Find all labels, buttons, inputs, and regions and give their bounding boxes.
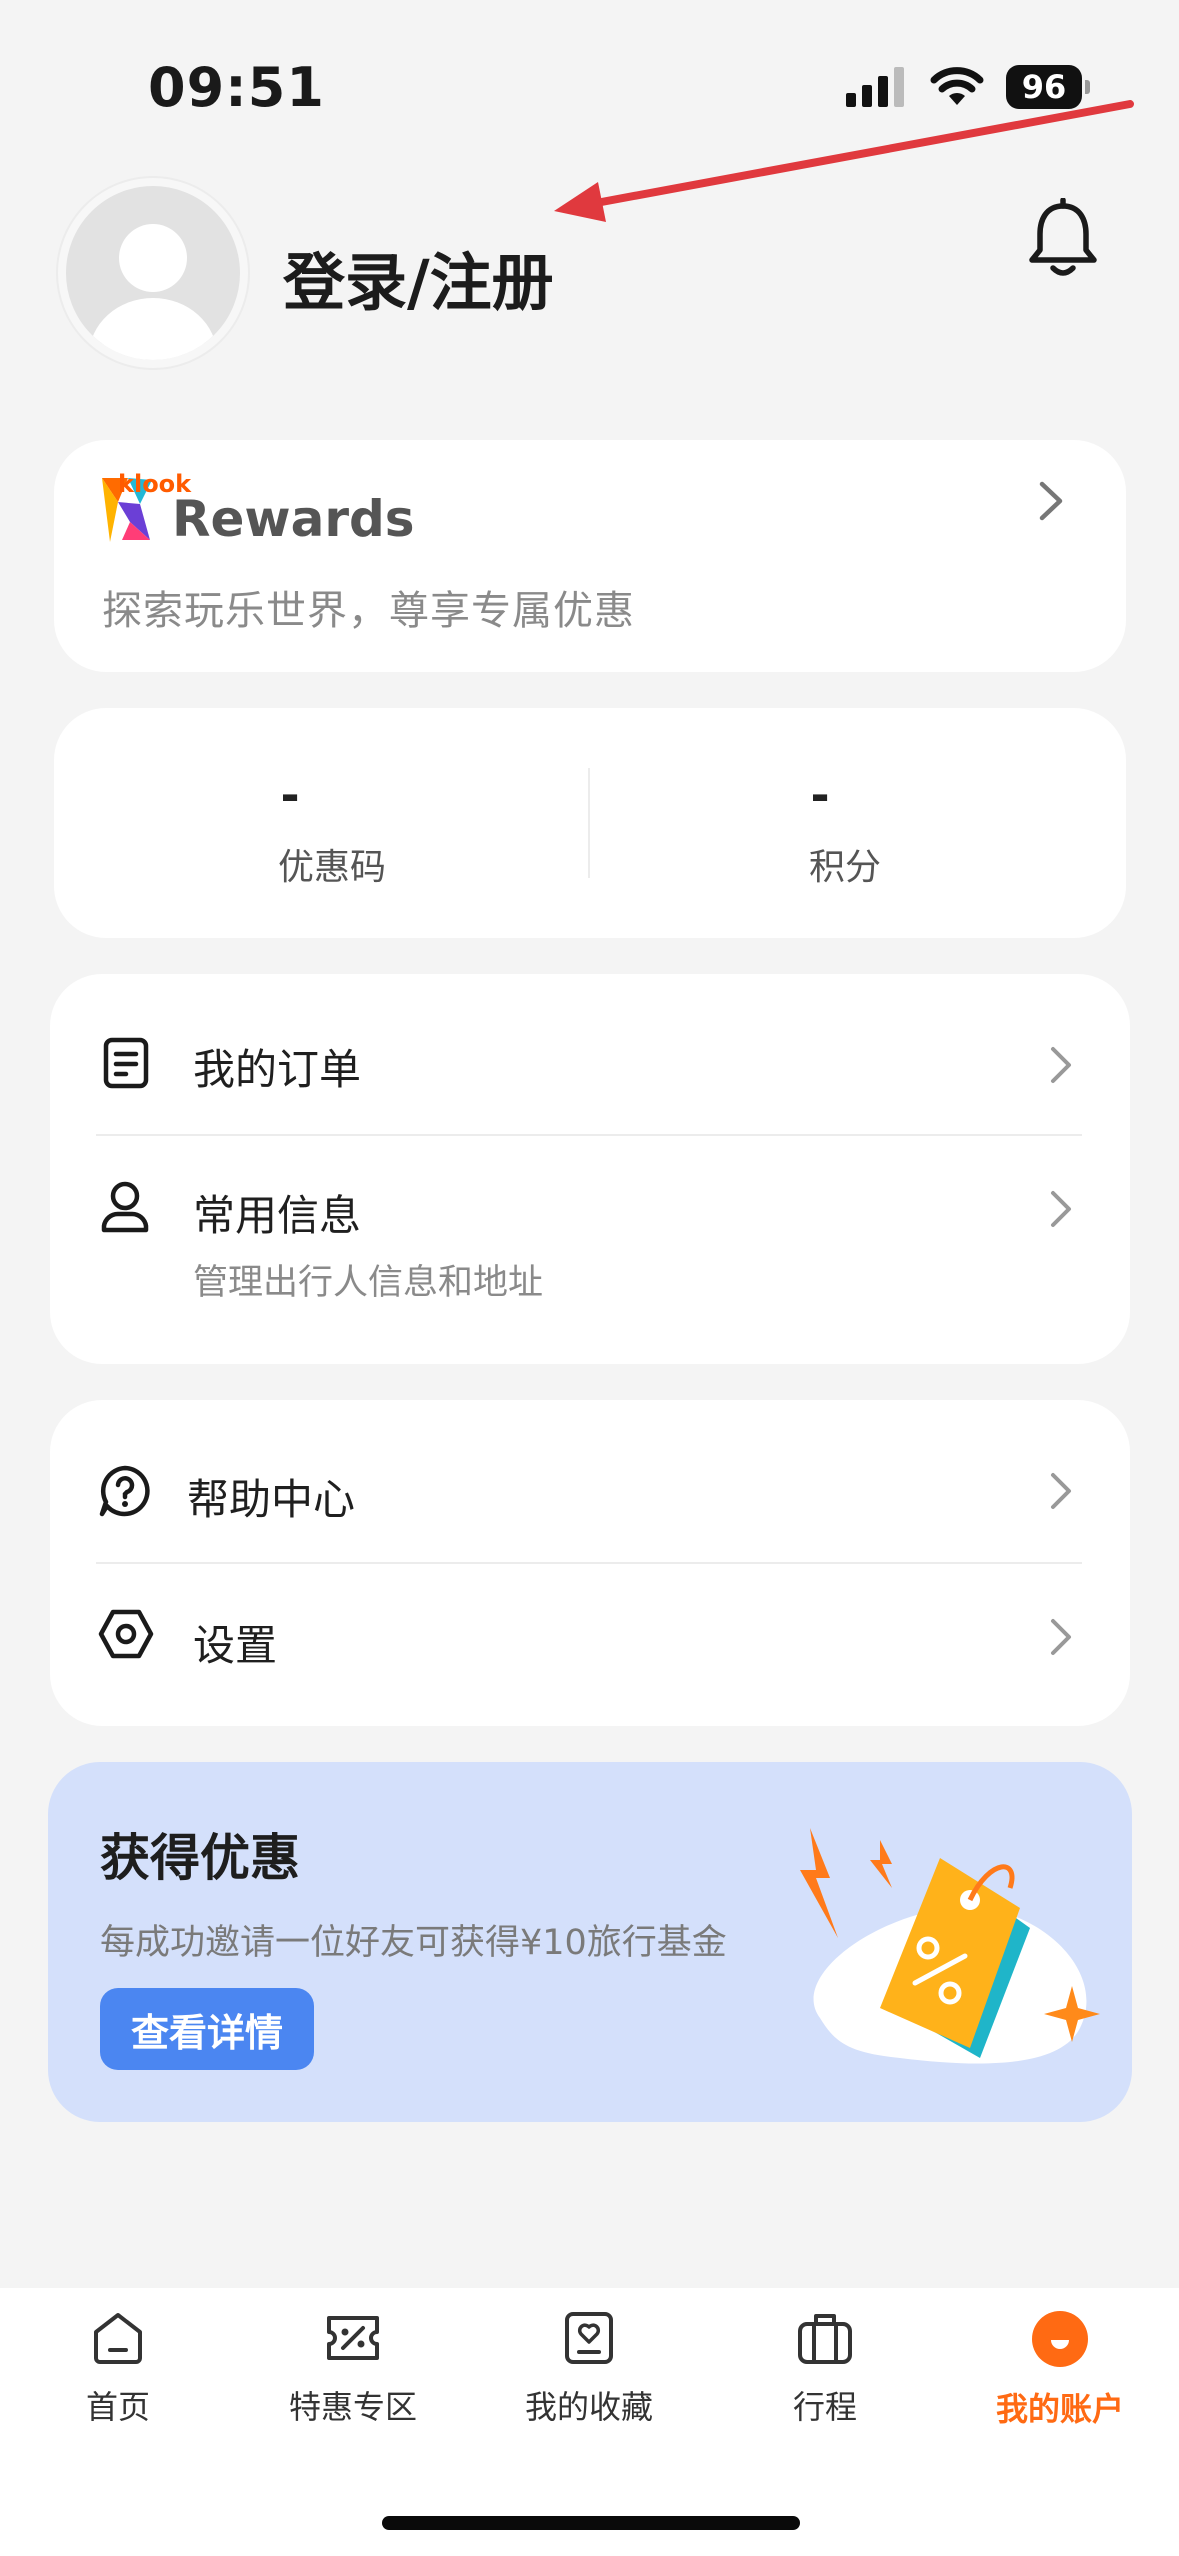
tab-label-trips: 行程 xyxy=(792,2388,857,2426)
chevron-right-icon xyxy=(1051,1619,1071,1655)
menu-label-common-info: 常用信息 xyxy=(193,1191,362,1240)
promo-description: 每成功邀请一位好友可获得¥10旅行基金 xyxy=(100,1923,727,1963)
favorites-icon xyxy=(565,2312,613,2364)
default-avatar-icon xyxy=(89,224,217,360)
home-indicator xyxy=(382,2516,800,2530)
tab-account[interactable]: 我的账户 xyxy=(960,2310,1160,2430)
login-register-link[interactable]: 登录/注册 xyxy=(283,232,554,322)
points-label[interactable]: 积分 xyxy=(745,838,945,890)
menu-divider xyxy=(96,1134,1082,1136)
notification-bell-icon[interactable] xyxy=(1026,198,1100,278)
coupon-count[interactable]: - xyxy=(190,768,390,822)
person-icon xyxy=(101,1181,149,1233)
avatar[interactable] xyxy=(58,178,248,368)
tab-label-home: 首页 xyxy=(85,2388,150,2426)
trips-icon xyxy=(798,2314,852,2364)
settings-icon xyxy=(98,1609,154,1659)
promo-title: 获得优惠 xyxy=(100,1829,300,1887)
tab-label-favorites: 我的收藏 xyxy=(524,2388,653,2426)
status-time: 09:51 xyxy=(148,56,325,119)
stats-card xyxy=(54,708,1126,938)
stats-divider xyxy=(588,768,590,878)
account-icon xyxy=(1032,2311,1088,2367)
rewards-subtitle: 探索玩乐世界，尊享专属优惠 xyxy=(102,588,635,634)
chevron-right-icon xyxy=(1051,1473,1071,1509)
chevron-right-icon xyxy=(1051,1191,1071,1227)
help-icon xyxy=(99,1465,150,1517)
rewards-brand-text: Rewards xyxy=(172,490,415,548)
menu-label-help-center: 帮助中心 xyxy=(187,1475,356,1524)
chevron-right-icon xyxy=(1039,481,1063,521)
coupon-label[interactable]: 优惠码 xyxy=(232,838,432,890)
view-details-button[interactable]: 查看详情 xyxy=(100,1988,314,2070)
tab-deals[interactable]: 特惠专区 xyxy=(253,2310,453,2428)
order-icon xyxy=(103,1037,149,1089)
deals-icon xyxy=(327,2316,379,2360)
menu-sub-common-info: 管理出行人信息和地址 xyxy=(193,1263,544,1303)
tab-favorites[interactable]: 我的收藏 xyxy=(489,2310,689,2428)
discount-tag-icon xyxy=(800,1828,1100,2064)
menu-label-orders: 我的订单 xyxy=(193,1045,362,1094)
tab-label-account: 我的账户 xyxy=(995,2390,1124,2428)
chevron-right-icon xyxy=(1051,1047,1071,1083)
tab-home[interactable]: 首页 xyxy=(18,2310,218,2428)
menu-divider xyxy=(96,1562,1082,1564)
rewards-card[interactable] xyxy=(54,440,1126,672)
home-icon xyxy=(94,2313,142,2364)
tab-label-deals: 特惠专区 xyxy=(288,2388,417,2426)
points-count[interactable]: - xyxy=(720,768,920,822)
menu-label-settings: 设置 xyxy=(193,1621,278,1670)
tab-trips[interactable]: 行程 xyxy=(725,2310,925,2428)
